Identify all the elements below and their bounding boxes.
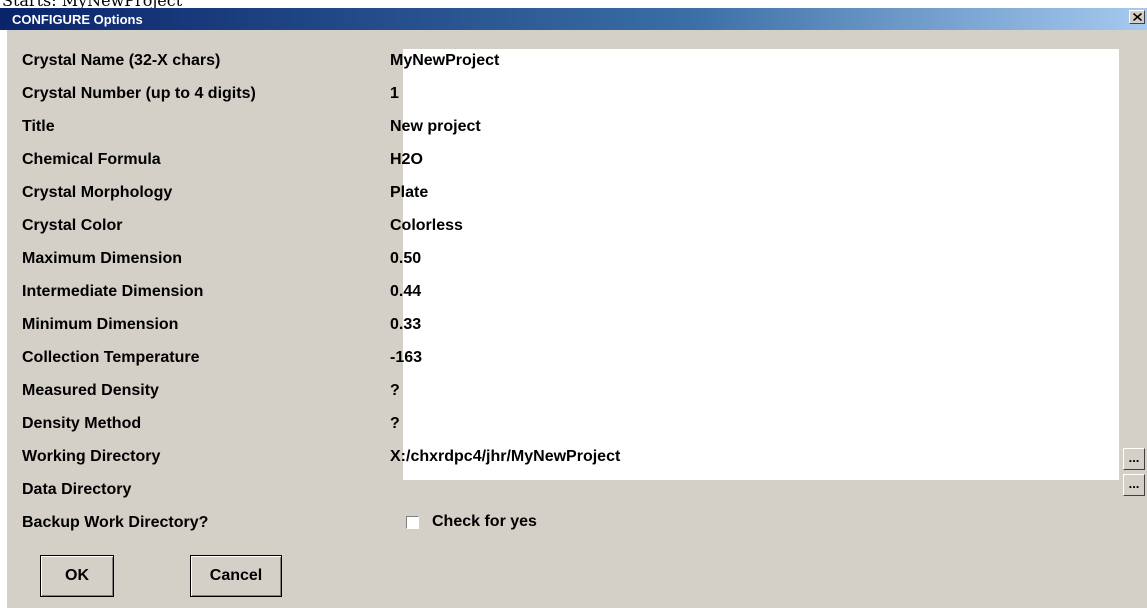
backup-checkbox[interactable] <box>406 516 419 529</box>
dialog-title-bar[interactable]: CONFIGURE Options <box>0 8 1147 30</box>
label-crystal-name: Crystal Name (32-X chars) <box>22 52 221 69</box>
label-measured-density: Measured Density <box>22 382 159 399</box>
background-window-title: Starts: MyNewProject <box>2 0 182 8</box>
chemical-formula-field[interactable]: H2O <box>390 150 423 170</box>
label-working-directory: Working Directory <box>22 448 161 465</box>
dialog-title: CONFIGURE Options <box>12 12 143 27</box>
crystal-color-field[interactable]: Colorless <box>390 216 463 236</box>
label-chemical-formula: Chemical Formula <box>22 151 161 168</box>
working-directory-field[interactable]: X:/chxrdpc4/jhr/MyNewProject <box>390 447 620 467</box>
minimum-dimension-field[interactable]: 0.33 <box>390 315 421 335</box>
ok-button[interactable]: OK <box>40 555 114 597</box>
label-collection-temperature: Collection Temperature <box>22 349 200 366</box>
label-data-directory: Data Directory <box>22 481 132 498</box>
collection-temperature-field[interactable]: -163 <box>390 348 422 368</box>
measured-density-field[interactable]: ? <box>390 381 400 401</box>
label-title: Title <box>22 118 55 135</box>
background-window: Starts: MyNewProject <box>0 0 1147 8</box>
label-crystal-color: Crystal Color <box>22 217 123 234</box>
label-crystal-number: Crystal Number (up to 4 digits) <box>22 85 256 102</box>
browse-working-directory-button[interactable]: ... <box>1123 448 1145 470</box>
cancel-button[interactable]: Cancel <box>190 555 282 597</box>
crystal-name-field[interactable]: MyNewProject <box>390 51 499 71</box>
browse-data-directory-button[interactable]: ... <box>1123 474 1145 496</box>
density-method-field[interactable]: ? <box>390 414 400 434</box>
backup-checkbox-label[interactable]: Check for yes <box>432 512 537 532</box>
values-panel <box>403 49 1119 480</box>
maximum-dimension-field[interactable]: 0.50 <box>390 249 421 269</box>
intermediate-dimension-field[interactable]: 0.44 <box>390 282 421 302</box>
label-density-method: Density Method <box>22 415 142 432</box>
configure-options-dialog: CONFIGURE Options Crystal Name (32-X cha… <box>0 8 1147 608</box>
label-maximum-dimension: Maximum Dimension <box>22 250 183 267</box>
label-crystal-morphology: Crystal Morphology <box>22 184 173 201</box>
close-button[interactable] <box>1129 10 1145 24</box>
close-icon <box>1133 13 1142 21</box>
title-field[interactable]: New project <box>390 117 481 137</box>
left-border-strip <box>0 30 7 608</box>
label-intermediate-dimension: Intermediate Dimension <box>22 283 204 300</box>
label-backup-work-directory: Backup Work Directory? <box>22 514 209 531</box>
crystal-number-field[interactable]: 1 <box>390 84 399 104</box>
label-minimum-dimension: Minimum Dimension <box>22 316 179 333</box>
crystal-morphology-field[interactable]: Plate <box>390 183 428 203</box>
